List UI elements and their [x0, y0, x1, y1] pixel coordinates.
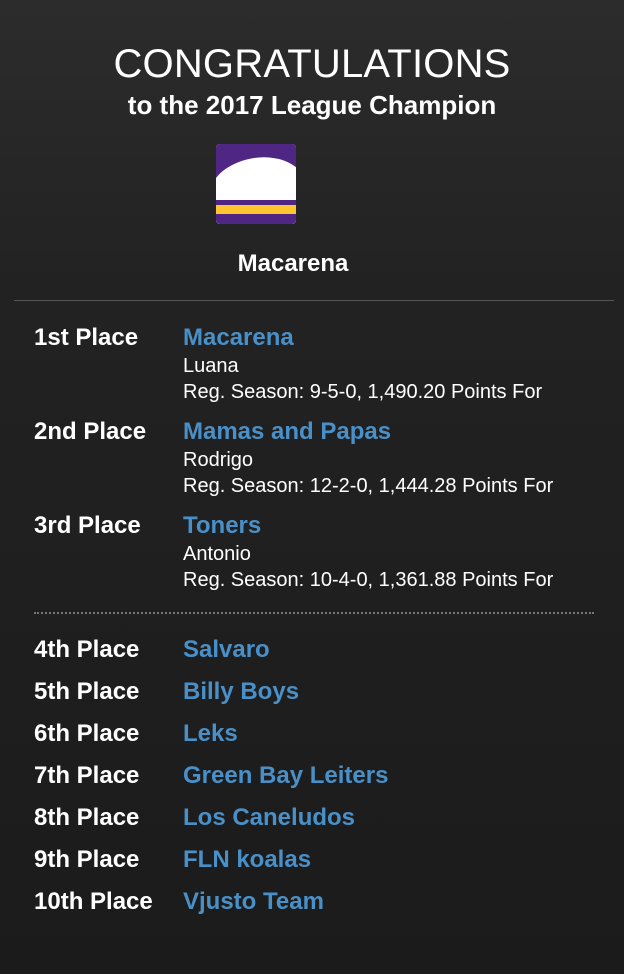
team-logo	[216, 144, 296, 224]
owner-name: Antonio	[183, 543, 251, 565]
place-label: 6th Place	[34, 720, 140, 747]
place-label: 3rd Place	[34, 512, 141, 539]
team-link[interactable]: Green Bay Leiters	[183, 762, 388, 790]
champion-card: CONGRATULATIONS to the 2017 League Champ…	[0, 0, 624, 974]
place-label: 7th Place	[34, 762, 140, 789]
logo-gold-band	[216, 205, 296, 214]
place-label: 10th Place	[34, 888, 153, 915]
season-record: Reg. Season: 12-2-0, 1,444.28 Points For	[183, 475, 554, 497]
place-label: 4th Place	[34, 636, 140, 663]
champion-name: Macarena	[237, 250, 349, 277]
season-record: Reg. Season: 10-4-0, 1,361.88 Points For	[183, 569, 554, 591]
place-label: 8th Place	[34, 804, 140, 831]
team-link[interactable]: Vjusto Team	[183, 888, 324, 916]
place-label: 5th Place	[34, 678, 140, 705]
owner-name: Luana	[183, 355, 239, 377]
team-link[interactable]: Leks	[183, 720, 238, 748]
team-link[interactable]: Billy Boys	[183, 678, 299, 706]
team-link[interactable]: Toners	[183, 512, 261, 540]
team-link[interactable]: Mamas and Papas	[183, 418, 391, 446]
logo-purple-base	[216, 214, 296, 224]
divider	[14, 300, 614, 301]
page-title: CONGRATULATIONS	[113, 42, 511, 86]
team-link[interactable]: Macarena	[183, 324, 294, 352]
place-label: 1st Place	[34, 324, 139, 351]
page-subtitle: to the 2017 League Champion	[127, 90, 497, 120]
team-link[interactable]: FLN koalas	[183, 846, 311, 874]
owner-name: Rodrigo	[183, 449, 254, 471]
season-record: Reg. Season: 9-5-0, 1,490.20 Points For	[183, 381, 543, 403]
team-link[interactable]: Los Caneludos	[183, 804, 355, 832]
place-label: 2nd Place	[34, 418, 147, 445]
place-label: 9th Place	[34, 846, 140, 873]
team-link[interactable]: Salvaro	[183, 636, 270, 664]
dotted-divider	[34, 612, 594, 614]
